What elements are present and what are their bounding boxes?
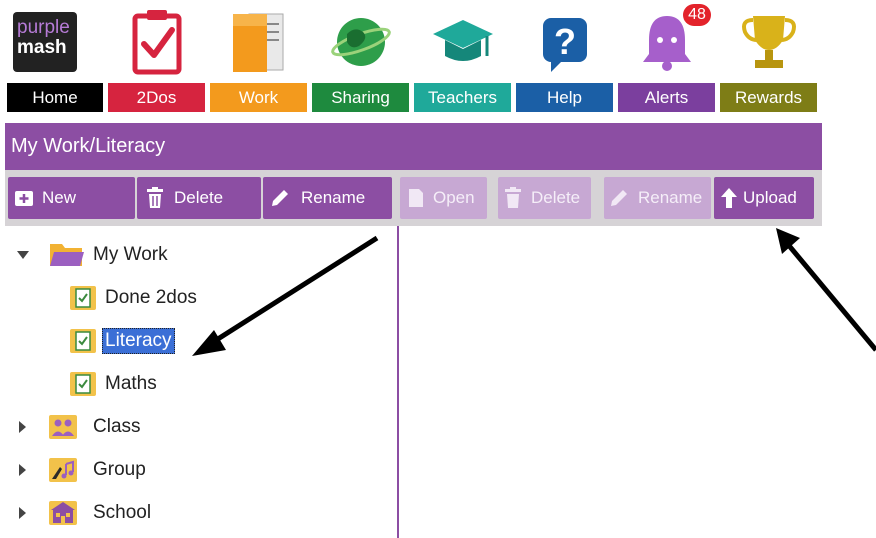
tree-item-school[interactable]: School [15,498,215,528]
tree-item-my-work[interactable]: My Work [15,240,215,270]
expand-toggle[interactable] [19,507,26,519]
open-button-label: Open [433,188,475,207]
nav-sharing-label: Sharing [312,83,409,112]
tree-item-class[interactable]: Class [15,412,215,442]
nav-rewards-label: Rewards [720,83,817,112]
expand-toggle[interactable] [19,464,26,476]
expand-toggle[interactable] [19,421,26,433]
tree-label-class: Class [93,416,141,437]
nav-alerts[interactable]: 48 Alerts [618,0,715,112]
folder-clipboard-icon [70,286,96,310]
nav-sharing[interactable]: Sharing [312,0,409,112]
delete-file-button[interactable]: Delete [498,177,591,219]
tree-label-maths: Maths [105,373,157,394]
pencil-icon [272,190,288,206]
tree-label-group: Group [93,459,146,480]
nav-teachers-label: Teachers [414,83,511,112]
tree-label-literacy: Literacy [102,328,175,354]
panel-divider [397,226,399,538]
new-button-label: New [42,188,77,207]
nav-home-label: Home [7,83,103,112]
nav-work[interactable]: Work [210,0,307,112]
class-people-icon [49,415,77,439]
arrow-to-upload [776,228,876,352]
open-folder-icon [50,244,84,266]
nav-2dos[interactable]: 2Dos [108,0,205,112]
tree-item-literacy[interactable]: Literacy [15,326,215,356]
trash-icon [147,187,163,208]
tree-item-maths[interactable]: Maths [15,369,215,399]
upload-arrow-icon [721,188,737,208]
alerts-count-badge: 48 [683,4,711,26]
folder-icon [232,13,283,72]
top-navigation: purple mash Home 2Dos Work Sharing Teach… [0,0,824,112]
folder-tree: My Work Done 2dos Literacy Maths Class G… [5,226,397,538]
graduation-cap-icon [432,20,493,61]
nav-help[interactable]: ? Help [516,0,613,112]
tree-item-group[interactable]: Group [15,455,215,485]
purple-mash-logo: purple mash [13,12,77,72]
new-folder-icon [15,191,33,206]
folder-clipboard-icon [70,329,96,353]
nav-alerts-label: Alerts [618,83,715,112]
svg-text:?: ? [554,21,576,62]
folder-clipboard-icon [70,372,96,396]
rename-folder-button[interactable]: Rename [263,177,392,219]
upload-button-label: Upload [743,188,797,207]
page-title: My Work/Literacy [11,135,166,157]
nav-rewards[interactable]: Rewards [720,0,817,112]
nav-help-label: Help [516,83,613,112]
nav-teachers[interactable]: Teachers [414,0,511,112]
rename-button-label: Rename [301,188,366,207]
globe-icon [330,18,391,66]
trophy-icon [741,16,796,68]
nav-home[interactable]: purple mash Home [7,0,103,112]
new-folder-button[interactable]: New [8,177,135,219]
school-building-icon [49,501,77,525]
rename-file-label: Rename [638,188,703,207]
open-button[interactable]: Open [400,177,487,219]
tree-label-school: School [93,502,152,523]
file-toolbar: Open Delete Rename Upload [397,170,822,226]
nav-work-label: Work [210,83,307,112]
file-icon [409,189,423,207]
tree-item-done-2dos[interactable]: Done 2dos [15,283,235,313]
trash-icon [505,187,521,208]
upload-button[interactable]: Upload [714,177,814,219]
path-header: My Work/Literacy [5,123,822,170]
expand-toggle[interactable] [17,251,29,259]
tree-label-done-2dos: Done 2dos [105,287,197,308]
group-music-icon [49,458,77,482]
tree-label-my-work: My Work [93,244,168,265]
nav-2dos-label: 2Dos [108,83,205,112]
question-icon: ? [542,18,587,72]
delete-folder-button[interactable]: Delete [137,177,261,219]
pencil-icon [611,190,627,206]
clipboard-check-icon [132,10,181,75]
delete-file-label: Delete [531,188,581,207]
folder-toolbar: New Delete Rename [5,170,397,226]
rename-file-button[interactable]: Rename [604,177,711,219]
delete-button-label: Delete [174,188,224,207]
